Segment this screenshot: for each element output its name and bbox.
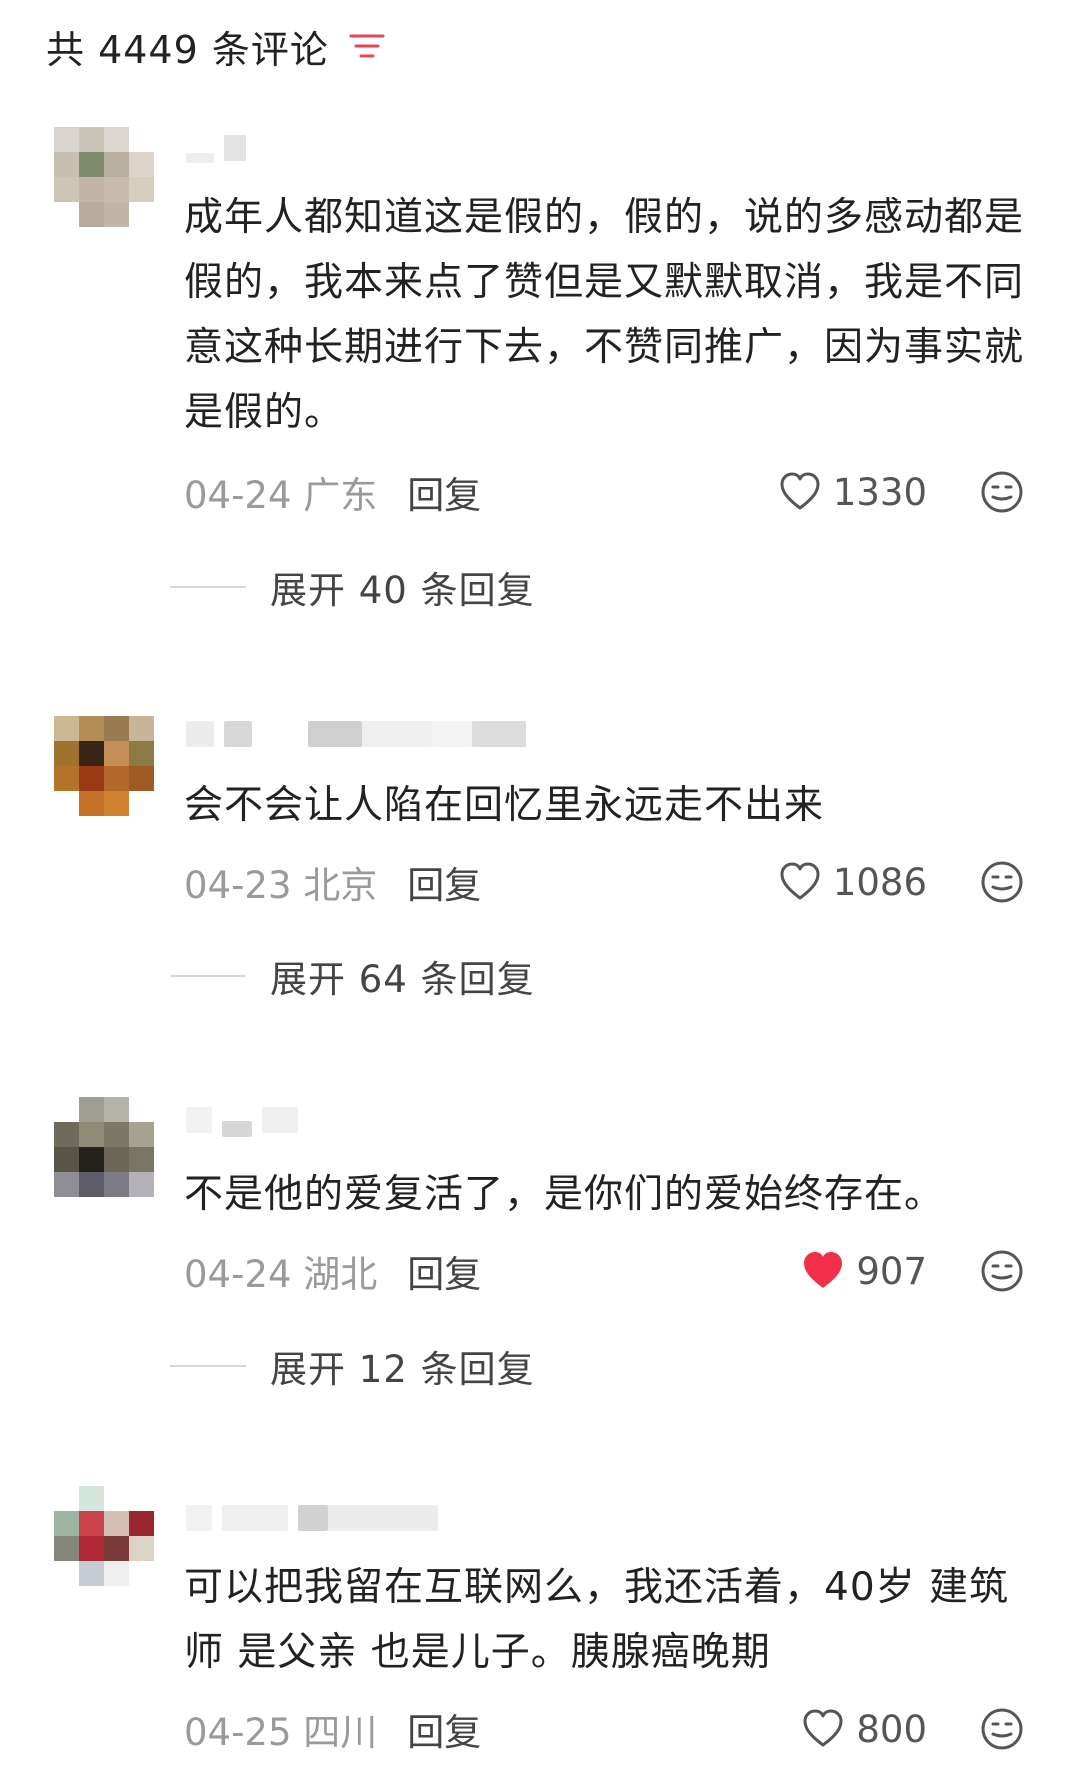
comment-meta: 04-23 北京 回复 1086 — [184, 857, 1024, 907]
like-count: 1330 — [832, 470, 927, 514]
username[interactable] — [186, 1102, 298, 1138]
comment-date-location: 04-25 四川 — [184, 1711, 378, 1754]
reply-button[interactable]: 回复 — [407, 855, 481, 909]
comment-text: 会不会让人陷在回忆里永远走不出来 — [184, 783, 825, 828]
emoji-face-icon[interactable] — [980, 1249, 1024, 1293]
expand-replies-label: 展开 64 条回复 — [270, 958, 535, 1001]
heart-outline-icon — [780, 472, 820, 510]
avatar[interactable] — [54, 1097, 154, 1197]
emoji-face-icon[interactable] — [980, 1707, 1024, 1751]
like-count: 800 — [856, 1707, 927, 1751]
expand-replies-label: 展开 40 条回复 — [270, 569, 535, 612]
expand-replies[interactable]: 展开 40 条回复 — [170, 562, 535, 612]
divider — [170, 975, 246, 977]
comment-date-location: 04-24 广东 — [184, 474, 378, 517]
like-count: 1086 — [832, 860, 927, 904]
divider — [170, 586, 246, 588]
comment-date-location: 04-23 北京 — [184, 864, 378, 907]
comment-text: 成年人都知道这是假的，假的，说的多感动都是假的，我本来点了赞但是又默默取消，我是… — [184, 195, 1025, 435]
expand-replies[interactable]: 展开 64 条回复 — [170, 951, 535, 1001]
like-button[interactable]: 907 — [802, 1250, 927, 1293]
comment-meta: 04-24 湖北 回复 907 — [184, 1246, 1024, 1296]
divider — [170, 1365, 246, 1367]
comment-meta: 04-25 四川 回复 800 — [184, 1704, 1024, 1754]
reply-button[interactable]: 回复 — [407, 465, 481, 519]
heart-outline-icon — [780, 862, 820, 900]
reply-button[interactable]: 回复 — [407, 1702, 481, 1756]
comment-count-title: 共 4449 条评论 — [46, 27, 329, 72]
expand-replies-label: 展开 12 条回复 — [270, 1348, 535, 1391]
username[interactable] — [186, 1500, 438, 1536]
avatar[interactable] — [54, 1486, 154, 1586]
sort-lines-icon[interactable] — [349, 31, 385, 61]
emoji-face-icon[interactable] — [980, 860, 1024, 904]
like-button[interactable]: 800 — [802, 1708, 927, 1751]
comment-meta: 04-24 广东 回复 1330 — [184, 467, 1024, 517]
like-button[interactable]: 1086 — [779, 861, 927, 904]
comment-text: 不是他的爱复活了，是你们的爱始终存在。 — [184, 1172, 945, 1217]
like-button[interactable]: 1330 — [779, 471, 927, 514]
comment-date-location: 04-24 湖北 — [184, 1253, 378, 1296]
reply-button[interactable]: 回复 — [407, 1244, 481, 1298]
emoji-face-icon[interactable] — [980, 470, 1024, 514]
comment-text: 可以把我留在互联网么，我还活着，40岁 建筑师 是父亲 也是儿子。胰腺癌晚期 — [184, 1565, 1010, 1675]
heart-filled-icon — [804, 1252, 843, 1288]
heart-outline-icon — [803, 1709, 843, 1747]
username[interactable] — [186, 130, 246, 166]
comments-header: 共 4449 条评论 — [46, 18, 385, 74]
avatar[interactable] — [54, 716, 154, 816]
username[interactable] — [186, 716, 526, 752]
like-count: 907 — [856, 1249, 927, 1293]
avatar[interactable] — [54, 127, 154, 227]
expand-replies[interactable]: 展开 12 条回复 — [170, 1341, 535, 1391]
